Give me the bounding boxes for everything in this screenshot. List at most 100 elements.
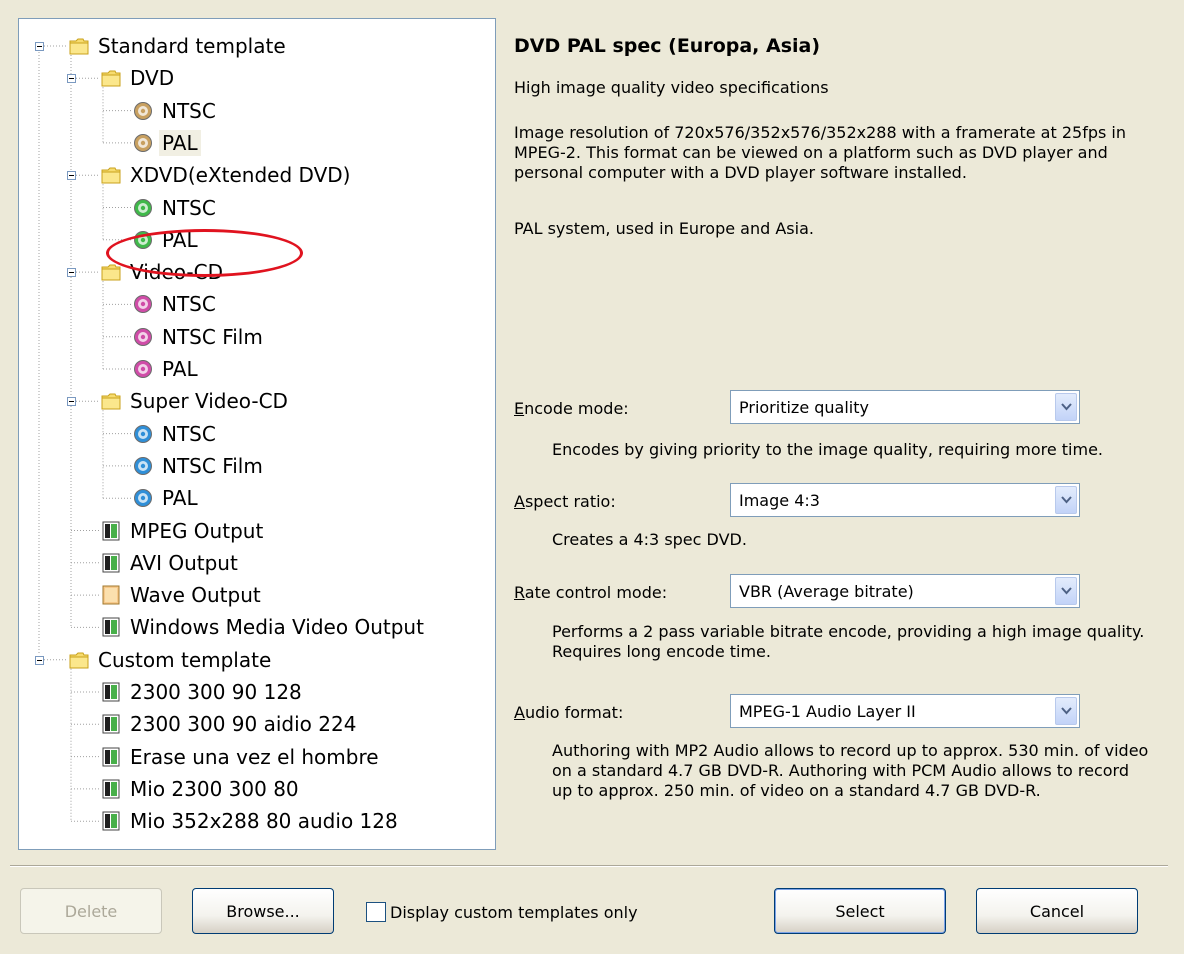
disc-icon (133, 455, 153, 477)
custom-only-checkbox[interactable]: Display custom templates only (366, 902, 638, 922)
checkbox-box[interactable] (366, 902, 386, 922)
tree-item-label: Mio 352x288 80 audio 128 (130, 809, 398, 834)
tree-item-label: AVI Output (130, 550, 238, 575)
tree-item-vcd-ntsc-film[interactable]: NTSC Film (133, 322, 266, 352)
tree-item-label: Wave Output (130, 583, 261, 608)
rate-control-note: Performs a 2 pass variable bitrate encod… (552, 622, 1145, 661)
tree-item-label: DVD (130, 66, 175, 91)
tree-item-mpeg-output[interactable]: MPEG Output (101, 516, 266, 546)
tree-item-xdvd[interactable]: XDVD(eXtended DVD) (101, 160, 353, 190)
collapse-toggle-icon[interactable] (67, 268, 76, 278)
disc-icon (133, 487, 153, 509)
chevron-down-icon[interactable] (1055, 697, 1077, 725)
collapse-toggle-icon[interactable] (67, 74, 76, 84)
encode-mode-value: Prioritize quality (739, 397, 869, 417)
collapse-toggle-icon[interactable] (35, 42, 44, 51)
tree-item-root-standard[interactable]: Standard template (69, 31, 289, 61)
disc-icon (133, 423, 153, 445)
tree-item-label: PAL (162, 227, 198, 252)
tree-item-svcd-ntsc[interactable]: NTSC (133, 419, 219, 449)
disc-icon (133, 132, 153, 154)
tree-item-label: NTSC (162, 195, 216, 220)
tree-item-custom-3[interactable]: Erase una vez el hombre (101, 742, 382, 772)
tree-item-svcd-ntsc-film[interactable]: NTSC Film (133, 451, 266, 481)
collapse-toggle-icon[interactable] (67, 397, 76, 407)
encode-mode-note: Encodes by giving priority to the image … (552, 440, 1103, 459)
tree-item-avi-output[interactable]: AVI Output (101, 548, 241, 578)
tree-item-dvd-pal[interactable]: PAL (133, 128, 201, 158)
tree-item-wmv-output[interactable]: Windows Media Video Output (101, 612, 427, 642)
tree-item-xdvd-pal[interactable]: PAL (133, 225, 201, 255)
chevron-down-icon[interactable] (1055, 393, 1077, 421)
tree-item-dvd-ntsc[interactable]: NTSC (133, 96, 219, 126)
encode-mode-label: Encode mode: (514, 399, 629, 418)
tree-item-vcd[interactable]: Video-CD (101, 257, 226, 287)
delete-button[interactable]: Delete (20, 888, 162, 934)
tree-item-xdvd-ntsc[interactable]: NTSC (133, 193, 219, 223)
audio-format-label: Audio format: (514, 703, 624, 722)
encode-mode-select[interactable]: Prioritize quality (730, 390, 1080, 424)
tree-item-label: NTSC Film (162, 453, 263, 478)
tree-item-custom-1[interactable]: 2300 300 90 128 (101, 677, 305, 707)
tree-item-label: 2300 300 90 128 (130, 680, 302, 704)
tree-item-label: NTSC Film (162, 324, 263, 349)
tree-item-custom-5[interactable]: Mio 352x288 80 audio 128 (101, 806, 401, 836)
audio-format-select[interactable]: MPEG-1 Audio Layer II (730, 694, 1080, 728)
aspect-ratio-select[interactable]: Image 4:3 (730, 483, 1080, 517)
template-tree[interactable]: Standard template DVD NTSC PAL XDVD(eXtended… (18, 18, 496, 850)
tree-item-custom-2[interactable]: 2300 300 90 aidio 224 (101, 709, 359, 739)
tree-item-label: NTSC (162, 421, 216, 446)
file-icon (101, 810, 121, 832)
template-system-note: PAL system, used in Europe and Asia. (514, 219, 814, 238)
details-panel: DVD PAL spec (Europa, Asia) High image q… (514, 0, 1174, 850)
file-icon (101, 746, 121, 768)
file-icon (101, 713, 121, 735)
browse-button[interactable]: Browse... (192, 888, 334, 934)
tree-item-label: Video-CD (130, 260, 223, 285)
tree-item-label: Custom template (98, 647, 272, 672)
aspect-ratio-label: Aspect ratio: (514, 492, 616, 511)
file-icon (101, 681, 121, 703)
tree-item-custom-4[interactable]: Mio 2300 300 80 (101, 774, 302, 804)
rate-control-value: VBR (Average bitrate) (739, 581, 914, 601)
tree-item-label: Super Video-CD (130, 389, 288, 414)
collapse-toggle-icon[interactable] (67, 171, 76, 181)
chevron-down-icon[interactable] (1055, 577, 1077, 605)
cancel-button[interactable]: Cancel (976, 888, 1138, 934)
select-button[interactable]: Select (774, 888, 946, 934)
tree-item-root-custom[interactable]: Custom template (69, 645, 274, 675)
tree-item-wave-output[interactable]: Wave Output (101, 580, 264, 610)
tree-item-label: PAL (159, 129, 201, 156)
tree-item-label: NTSC (162, 98, 216, 123)
tree-item-label: Standard template (98, 34, 286, 58)
tree-item-dvd[interactable]: DVD (101, 63, 177, 93)
disc-icon (133, 100, 153, 122)
disc-icon (133, 326, 153, 348)
folder-icon (101, 390, 121, 412)
chevron-down-icon[interactable] (1055, 486, 1077, 514)
divider (10, 865, 1168, 867)
tree-item-vcd-pal[interactable]: PAL (133, 354, 201, 384)
collapse-toggle-icon[interactable] (35, 655, 44, 665)
file-icon (101, 552, 121, 574)
rate-control-label: Rate control mode: (514, 583, 668, 602)
tree-item-svcd[interactable]: Super Video-CD (101, 386, 291, 416)
tree-item-vcd-ntsc[interactable]: NTSC (133, 289, 219, 319)
disc-icon (133, 229, 153, 251)
tree-item-label: MPEG Output (130, 518, 264, 543)
file-icon (101, 616, 121, 638)
tree-item-label: NTSC (162, 292, 216, 317)
rate-control-select[interactable]: VBR (Average bitrate) (730, 574, 1080, 608)
template-title: DVD PAL spec (Europa, Asia) (514, 35, 821, 57)
folder-icon (101, 67, 121, 89)
tree-item-label: XDVD(eXtended DVD) (130, 163, 351, 188)
tree-item-label: Mio 2300 300 80 (130, 776, 299, 801)
tree-item-label: PAL (162, 357, 198, 381)
checkbox-label: Display custom templates only (390, 902, 638, 922)
tree-item-label: Erase una vez el hombre (130, 744, 379, 769)
audio-file-icon (101, 584, 121, 606)
disc-icon (133, 358, 153, 380)
tree-item-svcd-pal[interactable]: PAL (133, 483, 201, 513)
file-icon (101, 520, 121, 542)
audio-format-note: Authoring with MP2 Audio allows to recor… (552, 741, 1149, 800)
